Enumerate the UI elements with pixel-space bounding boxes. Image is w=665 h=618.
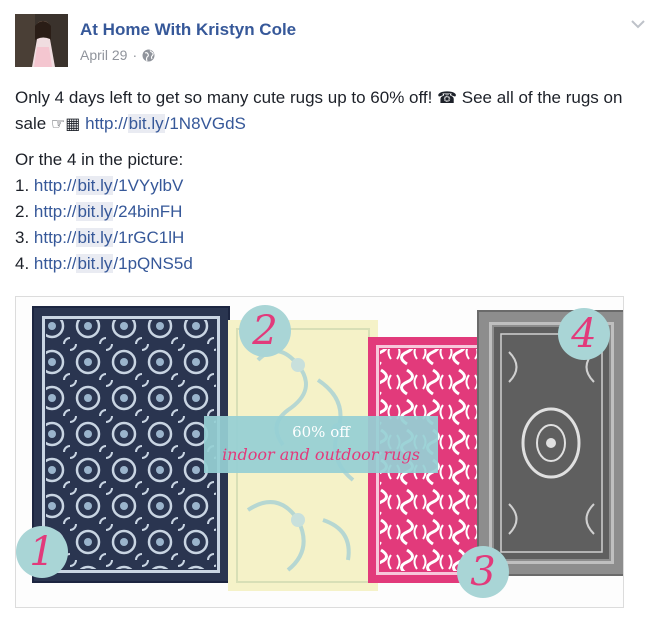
meta-separator: · <box>132 47 138 63</box>
rug-link-4[interactable]: http://bit.ly/1pQNS5d <box>34 254 193 273</box>
post-date[interactable]: April 29 <box>80 47 127 63</box>
post-image[interactable]: 60% off indoor and outdoor rugs 1 2 3 4 <box>15 296 624 608</box>
rug-number-badge-4: 4 <box>558 308 610 360</box>
pointing-hand-emoji: ☞ <box>50 114 66 133</box>
rug-number-badge-3: 3 <box>457 546 509 598</box>
link-item-4: 4. http://bit.ly/1pQNS5d <box>15 254 193 273</box>
rug-link-3[interactable]: http://bit.ly/1rGC1lH <box>34 228 184 247</box>
post-paragraph-1: Only 4 days left to get so many cute rug… <box>15 88 623 133</box>
rug-number-badge-1: 1 <box>16 526 68 578</box>
chevron-down-icon[interactable] <box>631 17 645 31</box>
sale-sign-emoji: ▦ <box>65 114 81 133</box>
globe-icon[interactable] <box>142 49 155 62</box>
sale-banner: 60% off indoor and outdoor rugs <box>204 416 438 473</box>
link-item-2: 2. http://bit.ly/24binFH <box>15 202 183 221</box>
avatar[interactable] <box>15 14 68 67</box>
rug-link-2[interactable]: http://bit.ly/24binFH <box>34 202 182 221</box>
picture-intro: Or the 4 in the picture: <box>15 150 184 169</box>
link-item-1: 1. http://bit.ly/1VYylbV <box>15 176 184 195</box>
banner-discount: 60% off <box>292 423 350 441</box>
post-meta: April 29 · <box>80 47 155 63</box>
sale-link[interactable]: http://bit.ly/1N8VGdS <box>85 114 246 133</box>
author-name[interactable]: At Home With Kristyn Cole <box>80 20 296 40</box>
rug-number-badge-2: 2 <box>239 305 291 357</box>
post-text: Only 4 days left to get so many cute rug… <box>15 85 645 277</box>
telephone-emoji: ☎ <box>437 88 458 107</box>
banner-subtitle: indoor and outdoor rugs <box>222 445 420 464</box>
post-paragraph-2: Or the 4 in the picture: 1. http://bit.l… <box>15 147 645 277</box>
link-item-3: 3. http://bit.ly/1rGC1lH <box>15 228 185 247</box>
rug-link-1[interactable]: http://bit.ly/1VYylbV <box>34 176 183 195</box>
